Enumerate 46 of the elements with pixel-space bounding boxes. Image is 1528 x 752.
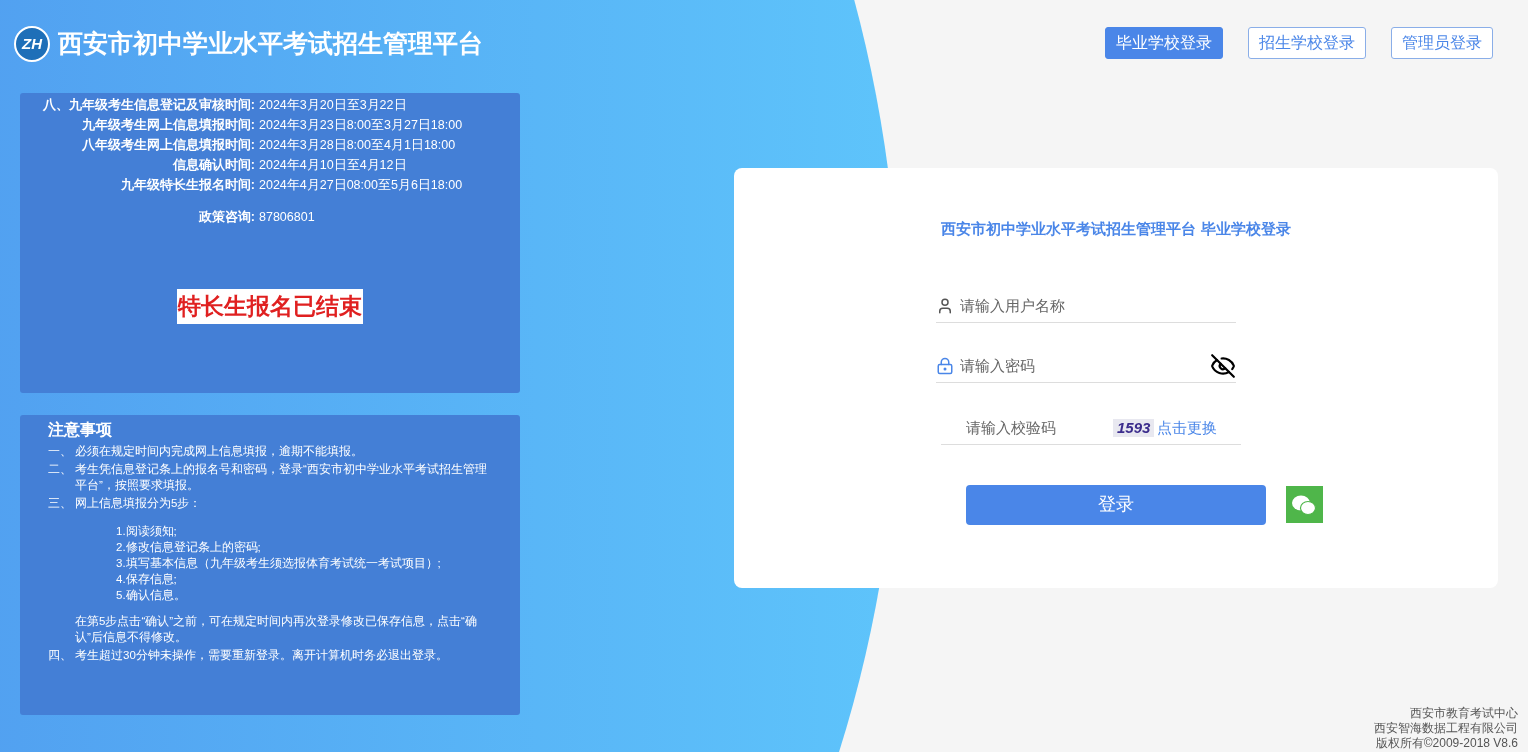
closed-notice: 特长生报名已结束: [177, 289, 363, 324]
note-text: 考生超过30分钟未操作，需要重新登录。离开计算机时务必退出登录。: [75, 648, 448, 663]
schedule-value: 2024年3月23日8:00至3月27日18:00: [259, 116, 463, 134]
login-title: 西安市初中学业水平考试招生管理平台 毕业学校登录: [941, 219, 1291, 239]
note-text: 考生凭信息登记条上的报名号和密码，登录“西安市初中学业水平考试招生管理平台”，按照要求填报。: [75, 462, 488, 493]
schedule-label: 八年级考生网上信息填报时间:: [80, 136, 255, 154]
step-text: 3.填写基本信息（九年级考生须选报体育考试统一考试项目）;: [116, 555, 442, 571]
note-marker: 三、: [48, 496, 73, 511]
schedule-label: 九年级特长生报名时间:: [119, 176, 255, 194]
password-field[interactable]: 请输入密码: [960, 354, 1204, 378]
hide-password-icon[interactable]: [1210, 353, 1236, 379]
note-text: 必须在规定时间内完成网上信息填报，逾期不能填报。: [75, 444, 363, 459]
note-text: 网上信息填报分为5步：: [75, 496, 203, 511]
wechat-login-icon[interactable]: [1285, 486, 1323, 523]
step-text: 4.保存信息;: [116, 572, 178, 587]
note-marker: 二、: [48, 462, 73, 477]
note-text: 在第5步点击“确认”之前，可在规定时间内再次登录修改已保存信息，点击“确认”后信息不得修改。: [75, 614, 478, 645]
schedule-value: 2024年4月27日08:00至5月6日18:00: [259, 176, 463, 194]
login-type-tab[interactable]: 招生学校登录: [1248, 27, 1366, 59]
login-type-tab[interactable]: 管理员登录: [1391, 27, 1493, 59]
note-marker: 四、: [48, 648, 73, 663]
schedule-value: 2024年3月28日8:00至4月1日18:00: [259, 136, 456, 154]
footer-text: 版权所有©2009-2018 V8.6: [1375, 736, 1518, 751]
user-icon: [936, 297, 954, 315]
captcha-field[interactable]: 请输入校验码: [941, 416, 1113, 440]
username-field[interactable]: 请输入用户名称: [960, 294, 1236, 318]
notes-title: 注意事项: [48, 420, 113, 440]
schedule-value: 2024年4月10日至4月12日: [259, 156, 407, 174]
lock-icon: [936, 357, 954, 375]
schedule-label: 八、九年级考生信息登记及审核时间:: [41, 96, 255, 114]
captcha-image: 1593: [1113, 419, 1155, 437]
step-text: 5.确认信息。: [116, 588, 187, 603]
footer-text: 西安智海数据工程有限公司: [1374, 721, 1518, 736]
step-text: 1.阅读须知;: [116, 524, 178, 539]
consult-label: 政策咨询:: [197, 208, 255, 226]
schedule-label: 信息确认时间:: [171, 156, 255, 174]
refresh-captcha-link[interactable]: 点击更换: [1157, 416, 1218, 440]
login-type-tab[interactable]: 毕业学校登录: [1105, 27, 1223, 59]
site-title: 西安市初中学业水平考试招生管理平台: [58, 28, 483, 60]
consult-phone: 87806801: [259, 208, 315, 226]
step-text: 2.修改信息登记条上的密码;: [116, 540, 262, 555]
footer-text: 西安市教育考试中心: [1410, 706, 1518, 721]
note-marker: 一、: [48, 444, 73, 459]
schedule-value: 2024年3月20日至3月22日: [259, 96, 407, 114]
login-button[interactable]: 登录: [965, 484, 1266, 525]
schedule-label: 九年级考生网上信息填报时间:: [80, 116, 255, 134]
